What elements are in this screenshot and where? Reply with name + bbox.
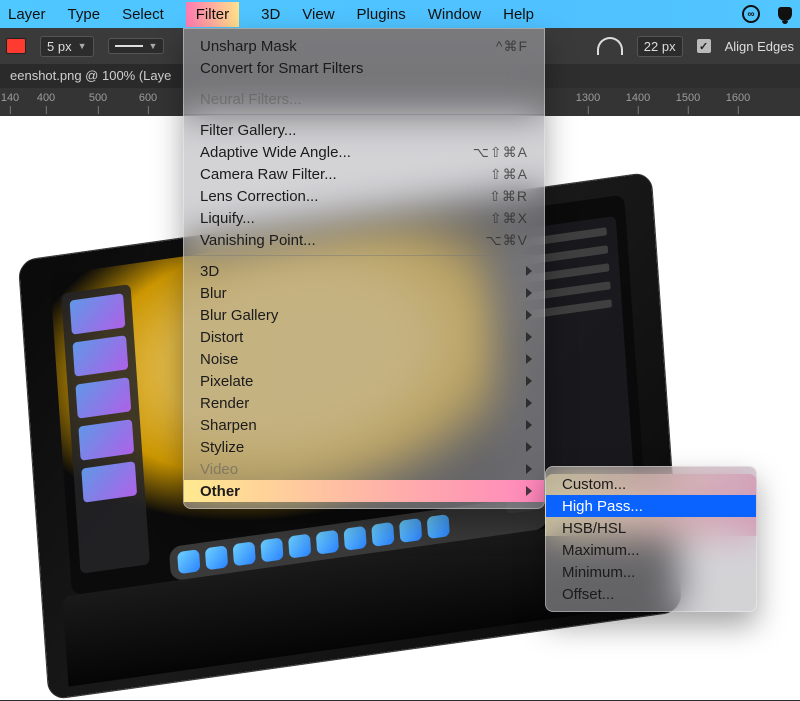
menu-layer[interactable]: Layer	[8, 6, 46, 23]
app-menubar: Layer Type Select Filter 3D View Plugins…	[0, 0, 800, 28]
chevron-down-icon: ▼	[78, 41, 87, 51]
ruler-tick: 400	[37, 92, 55, 104]
radius-field[interactable]: 22 px	[637, 36, 683, 57]
stroke-width-value: 5 px	[47, 39, 72, 54]
menu-item-label: Unsharp Mask	[200, 38, 496, 55]
submenu-item-label: Offset...	[562, 586, 740, 603]
ruler-tick: 1500	[676, 92, 700, 104]
other-submenu: Custom... High Pass... HSB/HSL Maximum... Mi…	[545, 466, 757, 612]
menu-item-label: Lens Correction...	[200, 188, 489, 205]
ruler-tick: 1300	[576, 92, 600, 104]
menu-item-label: Pixelate	[200, 373, 528, 390]
menu-shortcut: ⇧⌘A	[490, 166, 528, 183]
menu-item-sharpen[interactable]: Sharpen	[184, 414, 544, 436]
menu-item-filter-gallery[interactable]: Filter Gallery...	[184, 119, 544, 141]
menu-item-liquify[interactable]: Liquify...⇧⌘X	[184, 207, 544, 229]
menu-item-label: Adaptive Wide Angle...	[200, 144, 473, 161]
menu-view[interactable]: View	[302, 6, 334, 23]
menu-item-label: Video	[200, 461, 528, 478]
document-tab[interactable]: eenshot.png @ 100% (Laye	[0, 64, 181, 88]
menu-item-label: Filter Gallery...	[200, 122, 528, 139]
menu-type[interactable]: Type	[68, 6, 101, 23]
menu-item-camera-raw-filter[interactable]: Camera Raw Filter...⇧⌘A	[184, 163, 544, 185]
menu-item-unsharp-mask[interactable]: Unsharp Mask^⌘F	[184, 35, 544, 57]
menu-help[interactable]: Help	[503, 6, 534, 23]
menu-item-label: Blur Gallery	[200, 307, 528, 324]
ruler-tick: 600	[139, 92, 157, 104]
menu-shortcut: ^⌘F	[496, 38, 528, 55]
menu-item-label: Neural Filters...	[200, 91, 528, 108]
submenu-item-label: High Pass...	[562, 498, 740, 515]
menu-item-label: Camera Raw Filter...	[200, 166, 490, 183]
menu-3d[interactable]: 3D	[261, 6, 280, 23]
menu-separator	[184, 114, 544, 115]
ruler-tick: 1600	[726, 92, 750, 104]
submenu-item-high-pass[interactable]: High Pass...	[546, 495, 756, 517]
menu-item-pixelate[interactable]: Pixelate	[184, 370, 544, 392]
menu-item-render[interactable]: Render	[184, 392, 544, 414]
notifications-icon[interactable]	[778, 7, 792, 21]
menu-item-label: Distort	[200, 329, 528, 346]
menu-plugins[interactable]: Plugins	[357, 6, 406, 23]
menu-separator	[184, 83, 544, 84]
menu-item-other[interactable]: Other	[184, 480, 544, 502]
menu-item-label: Render	[200, 395, 528, 412]
menu-item-adaptive-wide-angle[interactable]: Adaptive Wide Angle...⌥⇧⌘A	[184, 141, 544, 163]
menu-item-blur[interactable]: Blur	[184, 282, 544, 304]
submenu-item-label: HSB/HSL	[562, 520, 740, 537]
menu-item-label: Sharpen	[200, 417, 528, 434]
fill-swatch[interactable]	[6, 38, 26, 54]
ruler-tick: 140	[1, 92, 19, 104]
submenu-item-label: Minimum...	[562, 564, 740, 581]
menu-item-label: Vanishing Point...	[200, 232, 486, 249]
submenu-item-minimum[interactable]: Minimum...	[546, 561, 756, 583]
menu-item-3d[interactable]: 3D	[184, 260, 544, 282]
ruler-tick: 1400	[626, 92, 650, 104]
menu-item-stylize[interactable]: Stylize	[184, 436, 544, 458]
menu-item-label: Convert for Smart Filters	[200, 60, 528, 77]
menu-filter[interactable]: Filter	[186, 2, 239, 27]
menu-shortcut: ⌥⇧⌘A	[473, 144, 528, 161]
menu-window[interactable]: Window	[428, 6, 481, 23]
submenu-item-label: Maximum...	[562, 542, 740, 559]
menu-item-noise[interactable]: Noise	[184, 348, 544, 370]
menu-item-label: 3D	[200, 263, 528, 280]
menu-item-label: Liquify...	[200, 210, 490, 227]
menu-item-convert-for-smart-filters[interactable]: Convert for Smart Filters	[184, 57, 544, 79]
menu-item-vanishing-point[interactable]: Vanishing Point...⌥⌘V	[184, 229, 544, 251]
arc-icon	[597, 37, 623, 55]
menu-item-blur-gallery[interactable]: Blur Gallery	[184, 304, 544, 326]
stroke-style-field[interactable]: ▼	[108, 38, 165, 54]
menu-item-label: Other	[200, 483, 528, 500]
menu-shortcut: ⌥⌘V	[486, 232, 528, 249]
menu-item-lens-correction[interactable]: Lens Correction...⇧⌘R	[184, 185, 544, 207]
menu-item-neural-filters: Neural Filters...	[184, 88, 544, 110]
stroke-width-field[interactable]: 5 px ▼	[40, 36, 94, 57]
menu-item-distort[interactable]: Distort	[184, 326, 544, 348]
align-edges-checkbox[interactable]: ✓	[697, 39, 711, 53]
app-sidebar	[61, 284, 150, 574]
submenu-item-offset[interactable]: Offset...	[546, 583, 756, 605]
chevron-down-icon: ▼	[149, 41, 158, 51]
submenu-item-label: Custom...	[562, 476, 740, 493]
menu-item-label: Stylize	[200, 439, 528, 456]
submenu-item-custom[interactable]: Custom...	[546, 473, 756, 495]
menu-item-label: Noise	[200, 351, 528, 368]
menu-separator	[184, 255, 544, 256]
ruler-tick: 500	[89, 92, 107, 104]
menu-item-video: Video	[184, 458, 544, 480]
radius-value: 22 px	[644, 39, 676, 54]
menu-item-label: Blur	[200, 285, 528, 302]
align-edges-label: Align Edges	[725, 39, 794, 54]
creative-cloud-icon[interactable]: ∞	[742, 5, 760, 23]
line-sample-icon	[115, 45, 143, 47]
submenu-item-maximum[interactable]: Maximum...	[546, 539, 756, 561]
menu-shortcut: ⇧⌘R	[489, 188, 528, 205]
submenu-item-hsb-hsl[interactable]: HSB/HSL	[546, 517, 756, 539]
filter-dropdown: Unsharp Mask^⌘F Convert for Smart Filters…	[183, 28, 545, 509]
menu-select[interactable]: Select	[122, 6, 164, 23]
menu-shortcut: ⇧⌘X	[490, 210, 528, 227]
